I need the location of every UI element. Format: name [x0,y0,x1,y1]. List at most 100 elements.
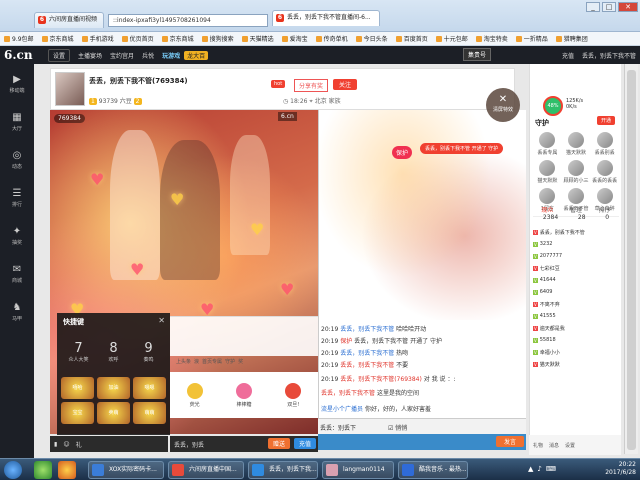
chat-input-bar[interactable]: 发言 [318,434,526,450]
keyboard-icon[interactable]: ⌨ [546,465,556,473]
nav-link-home[interactable]: 主播宴场 [78,51,102,60]
nav-item-vest[interactable]: ♞ 马甲 [0,292,34,330]
guard-item[interactable]: 丢丢的丢丢 [590,160,619,184]
bookmark[interactable]: 传奇单机 [316,34,348,43]
address-bar[interactable]: ::index-ipxafi3yl1495708261094 [108,14,268,27]
guard-item[interactable]: 猫天默默 [562,132,591,156]
collect-button[interactable]: 集贵号 [463,48,492,61]
maximize-button[interactable]: □ [602,2,616,12]
bookmark[interactable]: 京东商城 [42,34,74,43]
tab-manager[interactable]: 管理 [570,205,582,214]
msg-user[interactable]: 丢丢，别丢下我不管 [340,362,394,369]
bookmark[interactable]: 一折精品 [516,34,548,43]
list-item[interactable]: V 七彩红豆 [533,262,619,274]
bookmark[interactable]: 百度首页 [396,34,428,43]
list-item[interactable]: V 丢丢，别丢下我不管 [533,226,619,238]
nav-item-hall[interactable]: ▦ 大厅 [0,102,34,140]
browser-tab-2[interactable]: 6 丢丢，别丢下我不管直播间-6... [272,10,380,26]
sticker[interactable]: 宝宝 [61,402,94,424]
open-guard-button[interactable]: 开通 [597,116,616,125]
target-user[interactable]: 丢丢：别丢下 [320,425,356,432]
list-item[interactable]: V 55818 [533,334,619,346]
list-item[interactable]: V 遍天都是我 [533,322,619,334]
nav-link-2[interactable]: 宝约宫月 [110,51,134,60]
sticker[interactable]: 萌萌 [133,402,166,424]
network-icon[interactable]: ▲ [528,465,533,473]
page-scrollbar[interactable] [624,64,638,454]
family-label[interactable]: 家族 [329,98,341,105]
gift-tool[interactable]: 礼物 [533,442,543,449]
send-message-button[interactable]: 发言 [495,436,524,447]
bookmark[interactable]: 今日头条 [356,34,388,43]
nav-item-mobile[interactable]: ▶ 移动端 [0,64,34,102]
msg-user[interactable]: 丢丢，别丢下我不管 [340,326,394,333]
list-item[interactable]: V 3232 [533,238,619,250]
gift-item[interactable]: 棒棒糖 [230,382,258,408]
gift-item[interactable]: 双旦! [279,382,307,408]
sticker[interactable]: 嗯嗯 [133,377,166,399]
guard-item[interactable]: 丢丢专属 [533,132,562,156]
bookmark[interactable]: 手机游戏 [82,34,114,43]
bookmark[interactable]: 搜狗搜索 [202,34,234,43]
list-item[interactable]: V 41555 [533,310,619,322]
list-item[interactable]: V 6409 [533,286,619,298]
sticker[interactable]: 嘻哈 [61,377,94,399]
mic-icon[interactable]: ▮ [54,441,57,448]
app-icon[interactable] [34,461,52,479]
msg-user[interactable]: 保护 [340,338,352,345]
protect-badge[interactable]: 保护 [392,146,413,159]
settings-tool[interactable]: 设置 [565,442,575,449]
bookmark[interactable]: 猎聘集团 [556,34,588,43]
taskbar-task[interactable]: 酷我音乐 - 最热... [398,461,468,479]
list-item[interactable]: V 不离不弃 [533,298,619,310]
tab-sort[interactable]: 排序 [599,205,611,214]
bookmark[interactable]: 京东商城 [162,34,194,43]
settings-button[interactable]: 设置 [48,48,71,62]
guard-item[interactable]: 猫天默默 [533,160,562,184]
nav-item-mall[interactable]: ✉ 商城 [0,254,34,292]
taskbar-task[interactable]: langman0114 [322,461,394,479]
nav-item-lottery[interactable]: ✦ 抽奖 [0,216,34,254]
sticker[interactable]: 加油 [97,377,130,399]
clock[interactable]: 20:22 2017/6/28 [605,461,636,477]
close-button[interactable]: ✕ [618,2,638,12]
bookmark[interactable]: 天猫精选 [242,34,274,43]
taskbar-task[interactable]: XOX实际密码卡... [88,461,164,479]
chrome-icon[interactable] [58,461,76,479]
taskbar-task[interactable]: 丢丢，别丢下我... [248,461,318,479]
gift-tab[interactable]: 上头条 [176,358,191,365]
msg-user[interactable]: 丢丢，别丢下我不管 [340,350,394,357]
guard-item[interactable]: 丢丢别丢 [590,132,619,156]
give-button[interactable]: 赠送 [267,438,290,449]
taskbar-task[interactable]: 六间房直播中国... [168,461,244,479]
sticker[interactable]: 卖萌 [97,402,130,424]
recharge-button[interactable]: 充值 [293,438,316,449]
list-item[interactable]: V 2077777 [533,250,619,262]
anchor-avatar[interactable] [55,72,85,106]
close-icon[interactable]: ✕ [158,316,165,325]
scrollbar-thumb[interactable] [627,70,636,450]
msg-user[interactable]: 丢丢，别丢下我不管(769384) [340,376,422,383]
gift-icon[interactable]: 礼 [76,440,82,449]
announcement-badge[interactable]: 龙大百 [184,50,209,60]
gift-tab[interactable]: 守护 [225,358,235,365]
list-item[interactable]: V 41644 [533,274,619,286]
tab-audience[interactable]: 观众 [541,205,553,214]
nav-item-dynamic[interactable]: ◎ 动态 [0,140,34,178]
bookmark[interactable]: 优页首页 [122,34,154,43]
gift-tab[interactable]: 浪 [194,358,199,365]
nav-item-rank[interactable]: ☰ 排行 [0,178,34,216]
bookmark[interactable]: 十元包邮 [436,34,468,43]
recipient-label[interactable]: 丢丢，别丢 [174,440,204,449]
browser-tab-1[interactable]: 6 六间房直播间视频 [34,12,104,28]
site-logo[interactable]: 6.cn [4,48,42,62]
checkbox-icon[interactable]: ☑ [388,425,393,432]
msg-user[interactable]: 丢丢，别丢下我不管 [321,390,375,397]
gift-tab[interactable]: 奖 [238,358,243,365]
emoji-icon[interactable]: ☺ [63,441,69,448]
minimize-button[interactable]: _ [586,2,600,12]
gift-tab[interactable]: 首页专属 [202,358,222,365]
list-item[interactable]: V 猫天默默 [533,358,619,370]
message-tool[interactable]: 消息 [549,442,559,449]
bookmark[interactable]: 淘宝特卖 [476,34,508,43]
